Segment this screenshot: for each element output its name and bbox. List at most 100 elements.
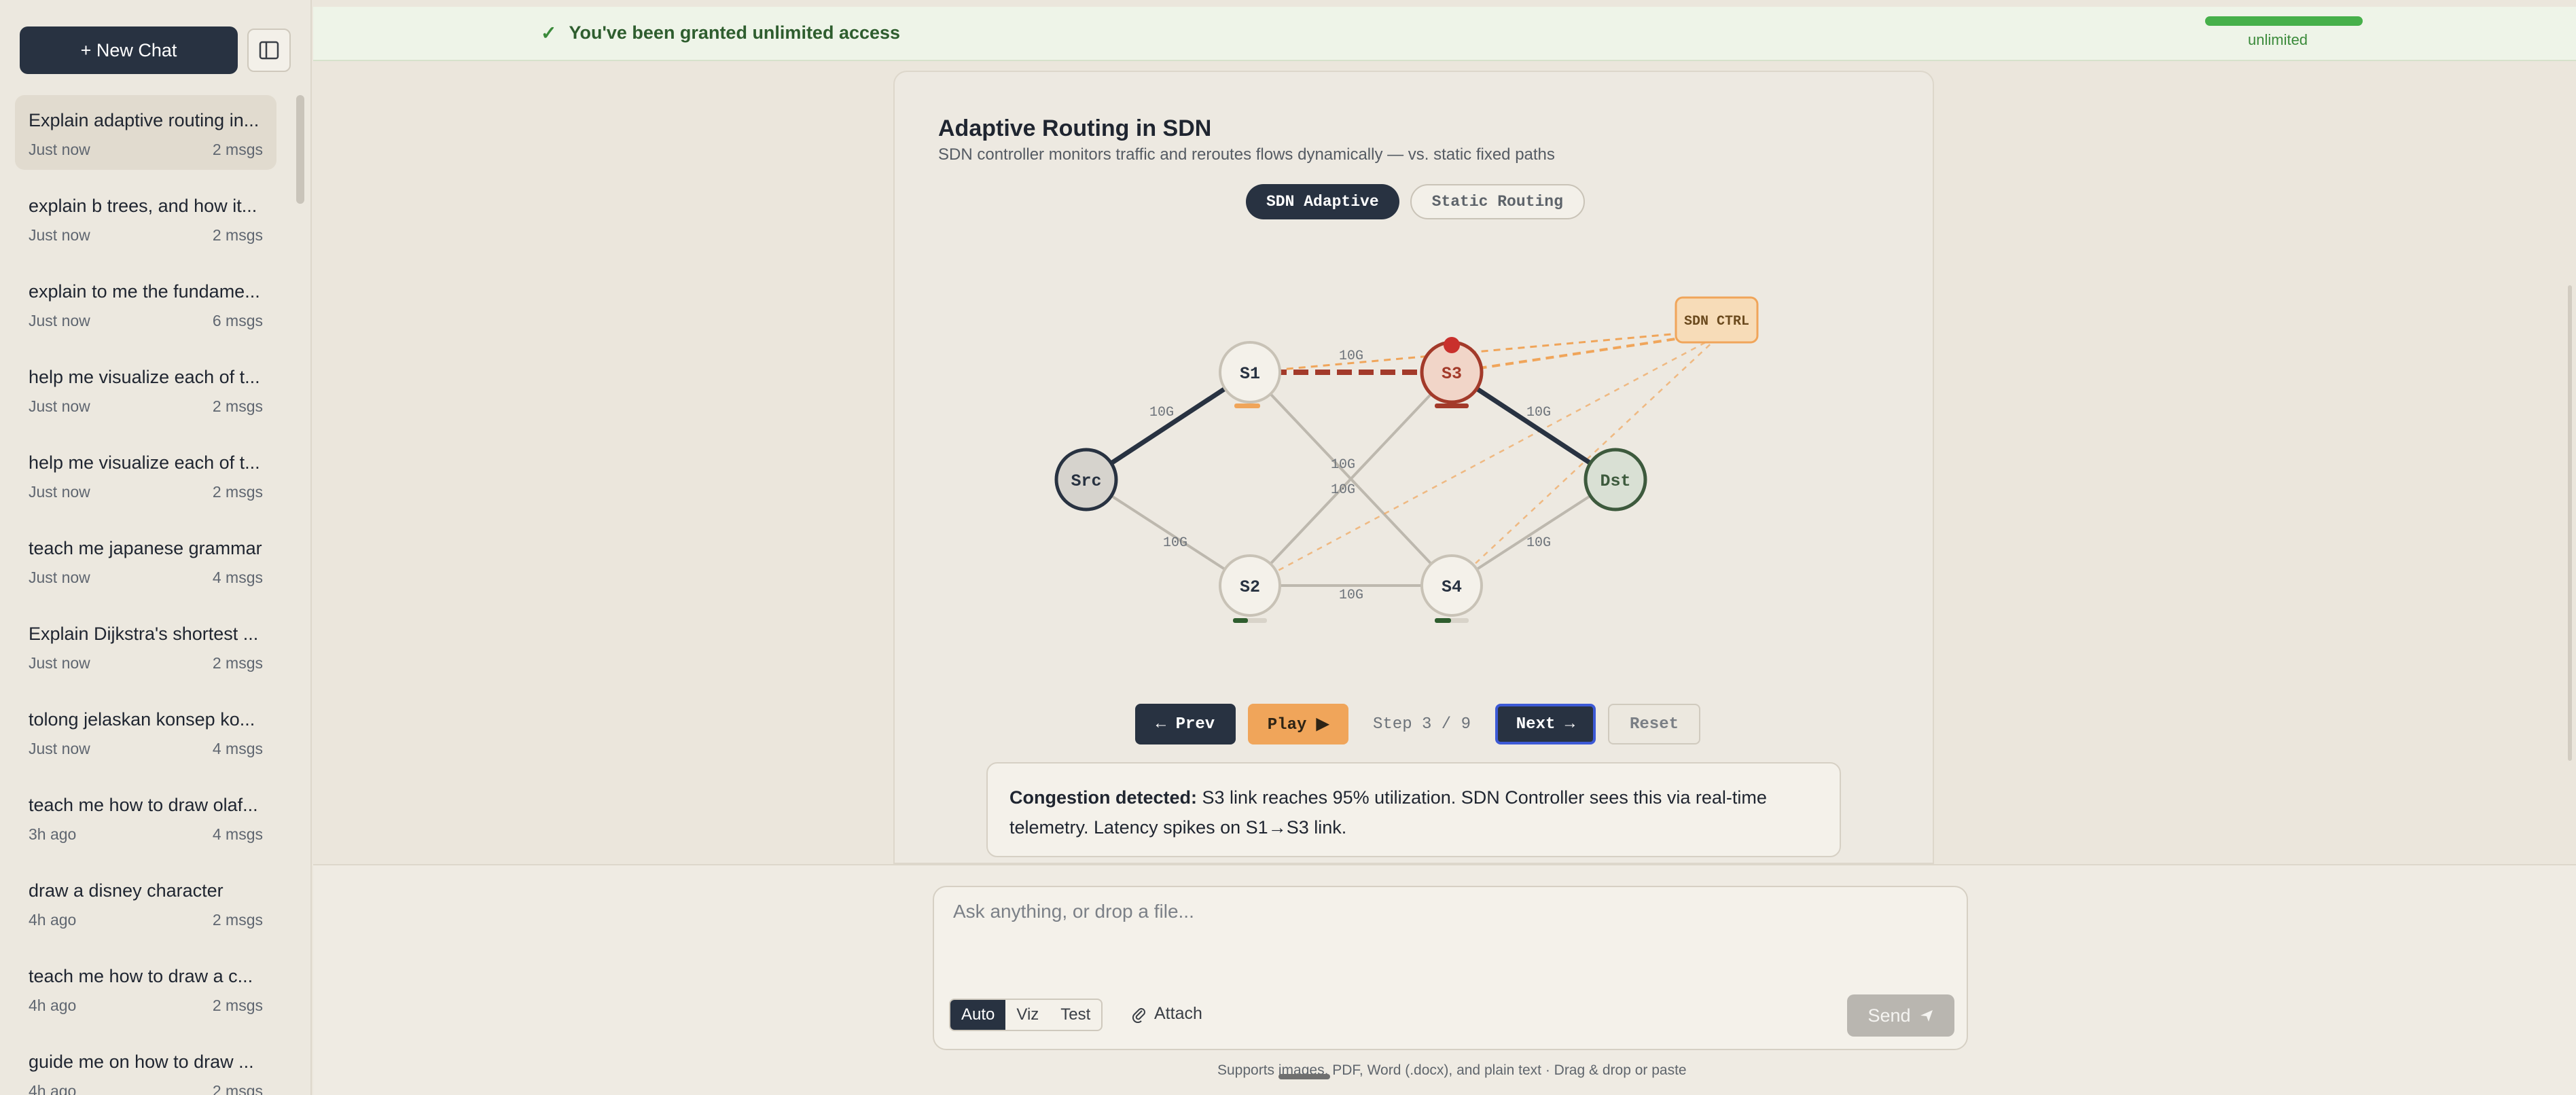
banner-text: You've been granted unlimited access	[569, 22, 901, 43]
chat-time: Just now	[29, 141, 90, 158]
node-s3-label: S3	[1442, 364, 1462, 384]
node-s4-load-bar	[1435, 618, 1451, 623]
sidebar-toggle-button[interactable]	[247, 29, 291, 72]
chat-msg-count: 4 msgs	[212, 825, 263, 843]
chat-title: tolong jelaskan konsep ko...	[29, 709, 255, 730]
chat-title: explain to me the fundame...	[29, 281, 260, 302]
chat-item[interactable]: Explain adaptive routing in... Just now 2…	[15, 95, 276, 170]
chat-time: 4h ago	[29, 997, 77, 1014]
chat-msg-count: 2 msgs	[212, 483, 263, 501]
chat-msg-count: 6 msgs	[212, 312, 263, 329]
node-s4[interactable]: S4	[1420, 554, 1483, 623]
chat-item[interactable]: explain b trees, and how it... Just now 2…	[15, 181, 276, 266]
chat-msg-count: 2 msgs	[212, 397, 263, 415]
chat-item[interactable]: explain to me the fundame... Just now 6 m…	[15, 266, 276, 352]
chat-msg-count: 4 msgs	[212, 740, 263, 757]
node-s1-label: S1	[1240, 364, 1260, 384]
label-s1-s3: 10G	[1339, 348, 1363, 364]
access-banner: ✓ You've been granted unlimited access u…	[313, 7, 2576, 61]
banner-message: ✓ You've been granted unlimited access	[541, 22, 900, 44]
chat-msg-count: 2 msgs	[212, 1082, 263, 1095]
label-s2-s4: 10G	[1339, 588, 1363, 603]
chat-title: help me visualize each of t...	[29, 367, 260, 387]
message-input[interactable]: Ask anything, or drop a file...	[953, 901, 1194, 922]
play-button[interactable]: Play ▶	[1248, 704, 1348, 744]
node-s3-load-bar	[1435, 403, 1469, 408]
chat-title: teach me how to draw olaf...	[29, 795, 258, 815]
chat-item[interactable]: help me visualize each of t... Just now 2…	[15, 437, 276, 523]
chat-time: Just now	[29, 569, 90, 586]
response-mode-selector: Auto Viz Test	[949, 999, 1103, 1031]
label-s4-dst: 10G	[1526, 535, 1551, 551]
check-icon: ✓	[541, 22, 557, 43]
chat-title: teach me how to draw a c...	[29, 966, 253, 986]
send-label: Send	[1867, 1005, 1911, 1026]
node-s1-load-bar	[1234, 403, 1260, 408]
chat-item[interactable]: teach me how to draw a c... 4h ago 2 msgs	[15, 951, 276, 1037]
node-s3-alert-dot	[1444, 337, 1460, 353]
prev-button[interactable]: ← Prev	[1135, 704, 1236, 744]
message-composer: Ask anything, or drop a file... Auto Viz…	[933, 886, 1968, 1050]
chat-item[interactable]: draw a disney character 4h ago 2 msgs	[15, 865, 276, 951]
new-chat-button[interactable]: + New Chat	[20, 26, 238, 74]
step-controls: ← Prev Play ▶ Step 3 / 9 Next → Reset	[1135, 704, 1700, 744]
chat-title: explain b trees, and how it...	[29, 196, 257, 216]
label-s2-s3: 10G	[1331, 482, 1355, 498]
chat-msg-count: 2 msgs	[212, 226, 263, 244]
chat-time: Just now	[29, 483, 90, 501]
node-s2-load-bar	[1233, 618, 1248, 623]
node-src[interactable]: Src	[1054, 448, 1118, 511]
node-src-label: Src	[1071, 471, 1101, 491]
node-dst-label: Dst	[1600, 471, 1630, 491]
chat-item[interactable]: tolong jelaskan konsep ko... Just now 4 m…	[15, 694, 276, 780]
chat-time: Just now	[29, 312, 90, 329]
reset-button[interactable]: Reset	[1608, 704, 1700, 744]
chat-time: Just now	[29, 740, 90, 757]
chat-item[interactable]: teach me how to draw olaf... 3h ago 4 msg…	[15, 780, 276, 865]
chat-item[interactable]: teach me japanese grammar Just now 4 msgs	[15, 523, 276, 609]
network-diagram: 10G 10G 10G 10G 10G 10G 10G 10G SDN CTRL…	[1054, 296, 1759, 623]
chat-time: Just now	[29, 397, 90, 415]
node-dst[interactable]: Dst	[1584, 448, 1647, 511]
mode-auto[interactable]: Auto	[950, 1000, 1006, 1030]
usage-label: unlimited	[2248, 31, 2308, 48]
label-s1-s4: 10G	[1331, 457, 1355, 473]
send-button[interactable]: Send	[1847, 994, 1954, 1037]
chat-item[interactable]: guide me on how to draw ... 4h ago 2 msgs	[15, 1037, 276, 1095]
chat-title: teach me japanese grammar	[29, 538, 262, 558]
main-scrollbar[interactable]	[2568, 285, 2572, 761]
chat-msg-count: 2 msgs	[212, 997, 263, 1014]
chat-item[interactable]: Explain Dijkstra's shortest ... Just now…	[15, 609, 276, 694]
sdn-controller-node[interactable]: SDN CTRL	[1675, 296, 1759, 344]
visualization-panel: Adaptive Routing in SDN SDN controller m…	[893, 71, 1934, 864]
usage-bar	[2205, 16, 2363, 26]
step-explanation: Congestion detected: S3 link reaches 95%…	[986, 762, 1841, 857]
node-s3[interactable]: S3	[1420, 337, 1484, 408]
chat-time: 4h ago	[29, 1082, 77, 1095]
chat-msg-count: 4 msgs	[212, 569, 263, 586]
next-button[interactable]: Next →	[1495, 704, 1596, 744]
explanation-heading: Congestion detected:	[1009, 787, 1198, 808]
sidebar-scrollbar[interactable]	[296, 95, 304, 204]
label-s3-dst: 10G	[1526, 405, 1551, 420]
node-s2-label: S2	[1240, 577, 1260, 597]
chat-title: guide me on how to draw ...	[29, 1052, 254, 1072]
node-s2[interactable]: S2	[1219, 554, 1281, 623]
chat-msg-count: 2 msgs	[212, 911, 263, 929]
drag-handle[interactable]	[1278, 1074, 1330, 1079]
chat-time: 4h ago	[29, 911, 77, 929]
mode-viz[interactable]: Viz	[1005, 1000, 1050, 1030]
ctrl-link-s1	[1249, 329, 1717, 374]
chat-title: Explain Dijkstra's shortest ...	[29, 624, 259, 644]
attach-button[interactable]: Attach	[1130, 1004, 1202, 1024]
node-s4-label: S4	[1442, 577, 1462, 597]
label-src-s1: 10G	[1149, 405, 1174, 420]
mode-test[interactable]: Test	[1050, 1000, 1101, 1030]
chat-title: draw a disney character	[29, 880, 223, 901]
sdn-controller-label: SDN CTRL	[1684, 314, 1749, 329]
node-s1[interactable]: S1	[1219, 341, 1281, 408]
label-src-s2: 10G	[1163, 535, 1187, 551]
attach-label: Attach	[1154, 1004, 1202, 1023]
chat-item[interactable]: help me visualize each of t... Just now 2…	[15, 352, 276, 437]
chat-msg-count: 2 msgs	[212, 141, 263, 158]
